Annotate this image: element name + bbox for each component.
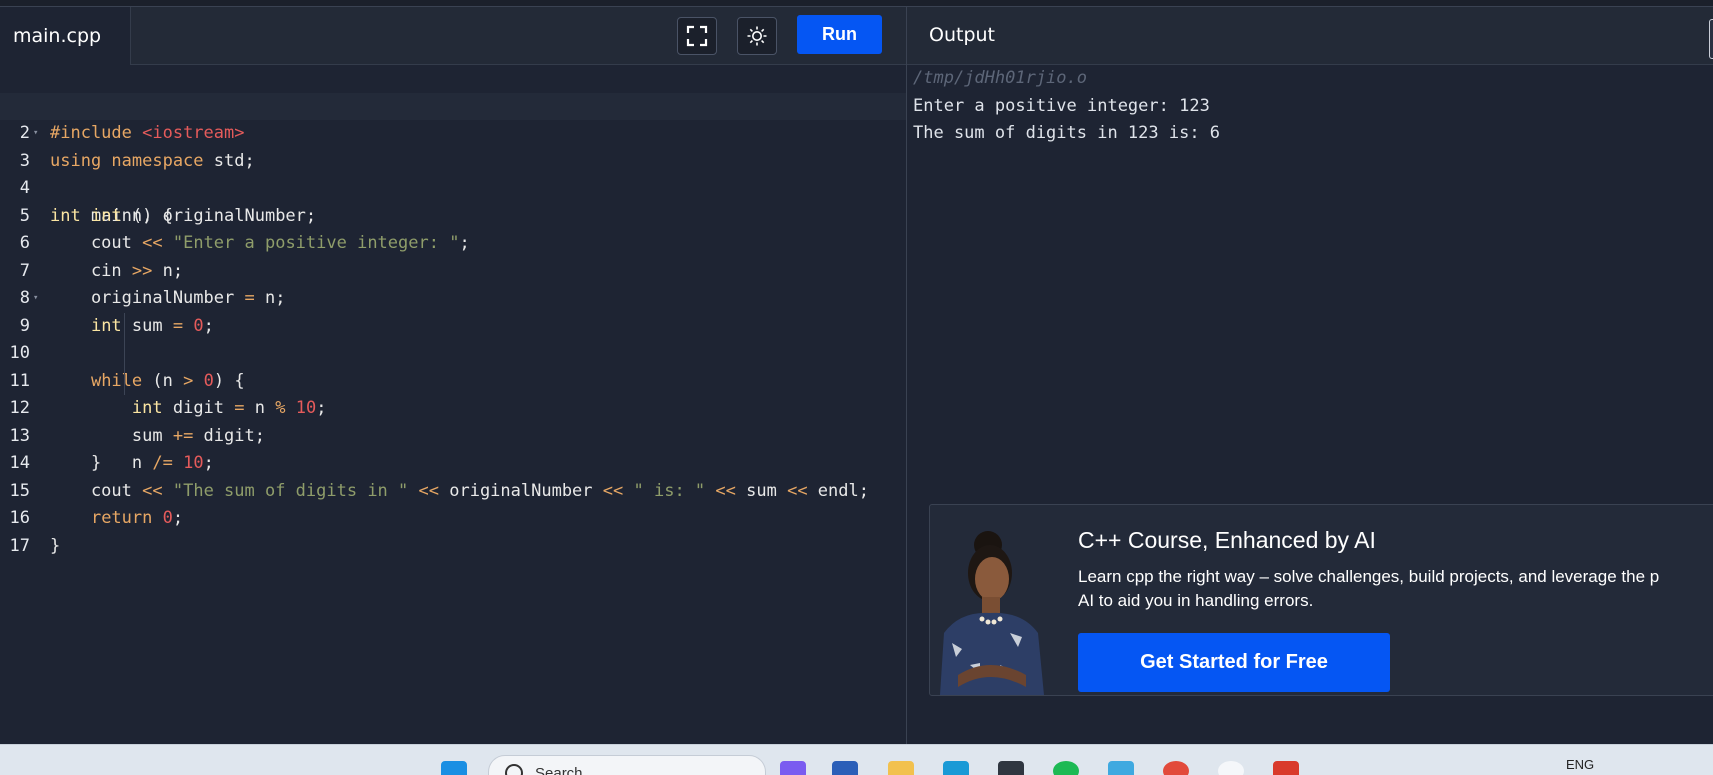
code-line: 3 ▾ int main() { (0, 120, 906, 226)
spotify-icon[interactable] (1053, 761, 1079, 775)
app-icon[interactable] (1218, 761, 1244, 775)
tab-main-cpp[interactable]: main.cpp (0, 7, 131, 65)
output-line: Enter a positive integer: 123 (913, 95, 1210, 116)
language-indicator[interactable]: ENG (1566, 757, 1594, 772)
output-toolbar: Output (907, 7, 1713, 65)
edge-icon[interactable] (943, 761, 969, 775)
indent-guide (124, 340, 125, 368)
clear-output-button[interactable] (1709, 19, 1713, 59)
code-line: 6 cin >> n; (0, 203, 906, 281)
copilot-icon[interactable] (780, 761, 806, 775)
output-line: The sum of digits in 123 is: 6 (913, 123, 1221, 143)
notepad-icon[interactable] (1108, 761, 1134, 775)
windows-taskbar: Search ENG (0, 744, 1713, 775)
file-explorer-icon[interactable] (888, 761, 914, 775)
fullscreen-button[interactable] (677, 17, 717, 55)
search-icon (505, 764, 523, 775)
code-line: 12 n /= 10; (0, 367, 906, 473)
get-started-button[interactable]: Get Started for Free (1078, 633, 1390, 692)
fold-arrow-icon[interactable]: ▾ (33, 120, 38, 148)
fullscreen-icon (686, 25, 708, 47)
course-ad-card[interactable]: C++ Course, Enhanced by AI Learn cpp the… (929, 504, 1713, 696)
ad-description-line: AI to aid you in handling errors. (1078, 591, 1314, 610)
file-tab-label: main.cpp (13, 25, 102, 47)
code-line: 1 #include <iostream> (0, 65, 906, 144)
code-line: 10 int digit = n % 10; (0, 312, 906, 418)
indent-guide (124, 312, 125, 340)
line-number: 17 (9, 535, 30, 556)
code-line-active: 2 using namespace std; (0, 92, 906, 171)
run-button[interactable]: Run (797, 15, 882, 54)
instructor-photo (940, 531, 1044, 695)
window-top-border (0, 0, 1713, 7)
windows-start-icon[interactable] (441, 761, 467, 775)
chrome-icon[interactable] (1163, 761, 1189, 775)
code-line: 15 return 0; (0, 450, 906, 529)
code-line: 8 int sum = 0; (0, 258, 906, 336)
sun-icon (747, 26, 767, 46)
ad-description-line: Learn cpp the right way – solve challeng… (1078, 567, 1660, 586)
code-editor-panel: main.cpp Run 1 #include <iostream> 2 usi… (0, 7, 906, 744)
editor-toolbar: main.cpp Run (0, 7, 906, 65)
code-line: 4 int n, originalNumber; (0, 148, 906, 226)
run-button-label: Run (822, 24, 857, 44)
code-line: 16 } (0, 478, 906, 556)
theme-toggle-button[interactable] (737, 17, 777, 55)
app-badge-icon[interactable] (1273, 761, 1299, 775)
output-title: Output (929, 24, 995, 46)
output-path: /tmp/jdHh01rjio.o (913, 68, 1087, 88)
terminal-icon[interactable] (998, 761, 1024, 775)
indent-guide (124, 367, 125, 395)
code-line: 9 ▾ while (n > 0) { (0, 285, 906, 391)
taskbar-search[interactable]: Search (488, 755, 766, 775)
code-line: 14 cout << "The sum of digits in " << or… (0, 423, 906, 501)
code-line: 5 cout << "Enter a positive integer: "; (0, 175, 906, 254)
code-line: 17 (0, 505, 906, 556)
code-area[interactable]: 1 #include <iostream> 2 using namespace … (0, 65, 906, 745)
word-icon[interactable] (832, 761, 858, 775)
ad-title: C++ Course, Enhanced by AI (1078, 527, 1376, 553)
code-line: 11 sum += digit; (0, 340, 906, 446)
code-line: 13 } (0, 395, 906, 474)
fold-arrow-icon[interactable]: ▾ (33, 285, 38, 313)
code-line: 7 originalNumber = n; (0, 230, 906, 309)
output-panel: Output /tmp/jdHh01rjio.o Enter a positiv… (907, 7, 1713, 744)
ad-description: Learn cpp the right way – solve challeng… (1078, 565, 1713, 613)
output-console: /tmp/jdHh01rjio.o Enter a positive integ… (913, 65, 1220, 148)
